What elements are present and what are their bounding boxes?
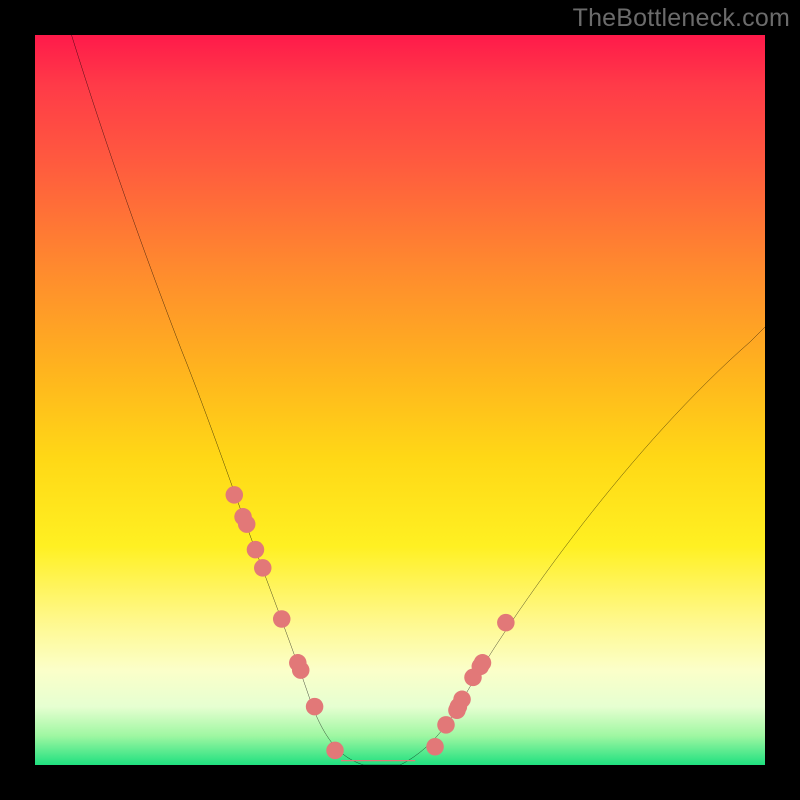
curve-layer: [35, 35, 765, 765]
chart-frame: TheBottleneck.com: [0, 0, 800, 800]
right-cluster: [426, 614, 514, 756]
plot-area: [35, 35, 765, 765]
watermark-label: TheBottleneck.com: [573, 4, 790, 33]
left-cluster: [226, 486, 344, 759]
bottleneck-curve: [72, 35, 766, 765]
